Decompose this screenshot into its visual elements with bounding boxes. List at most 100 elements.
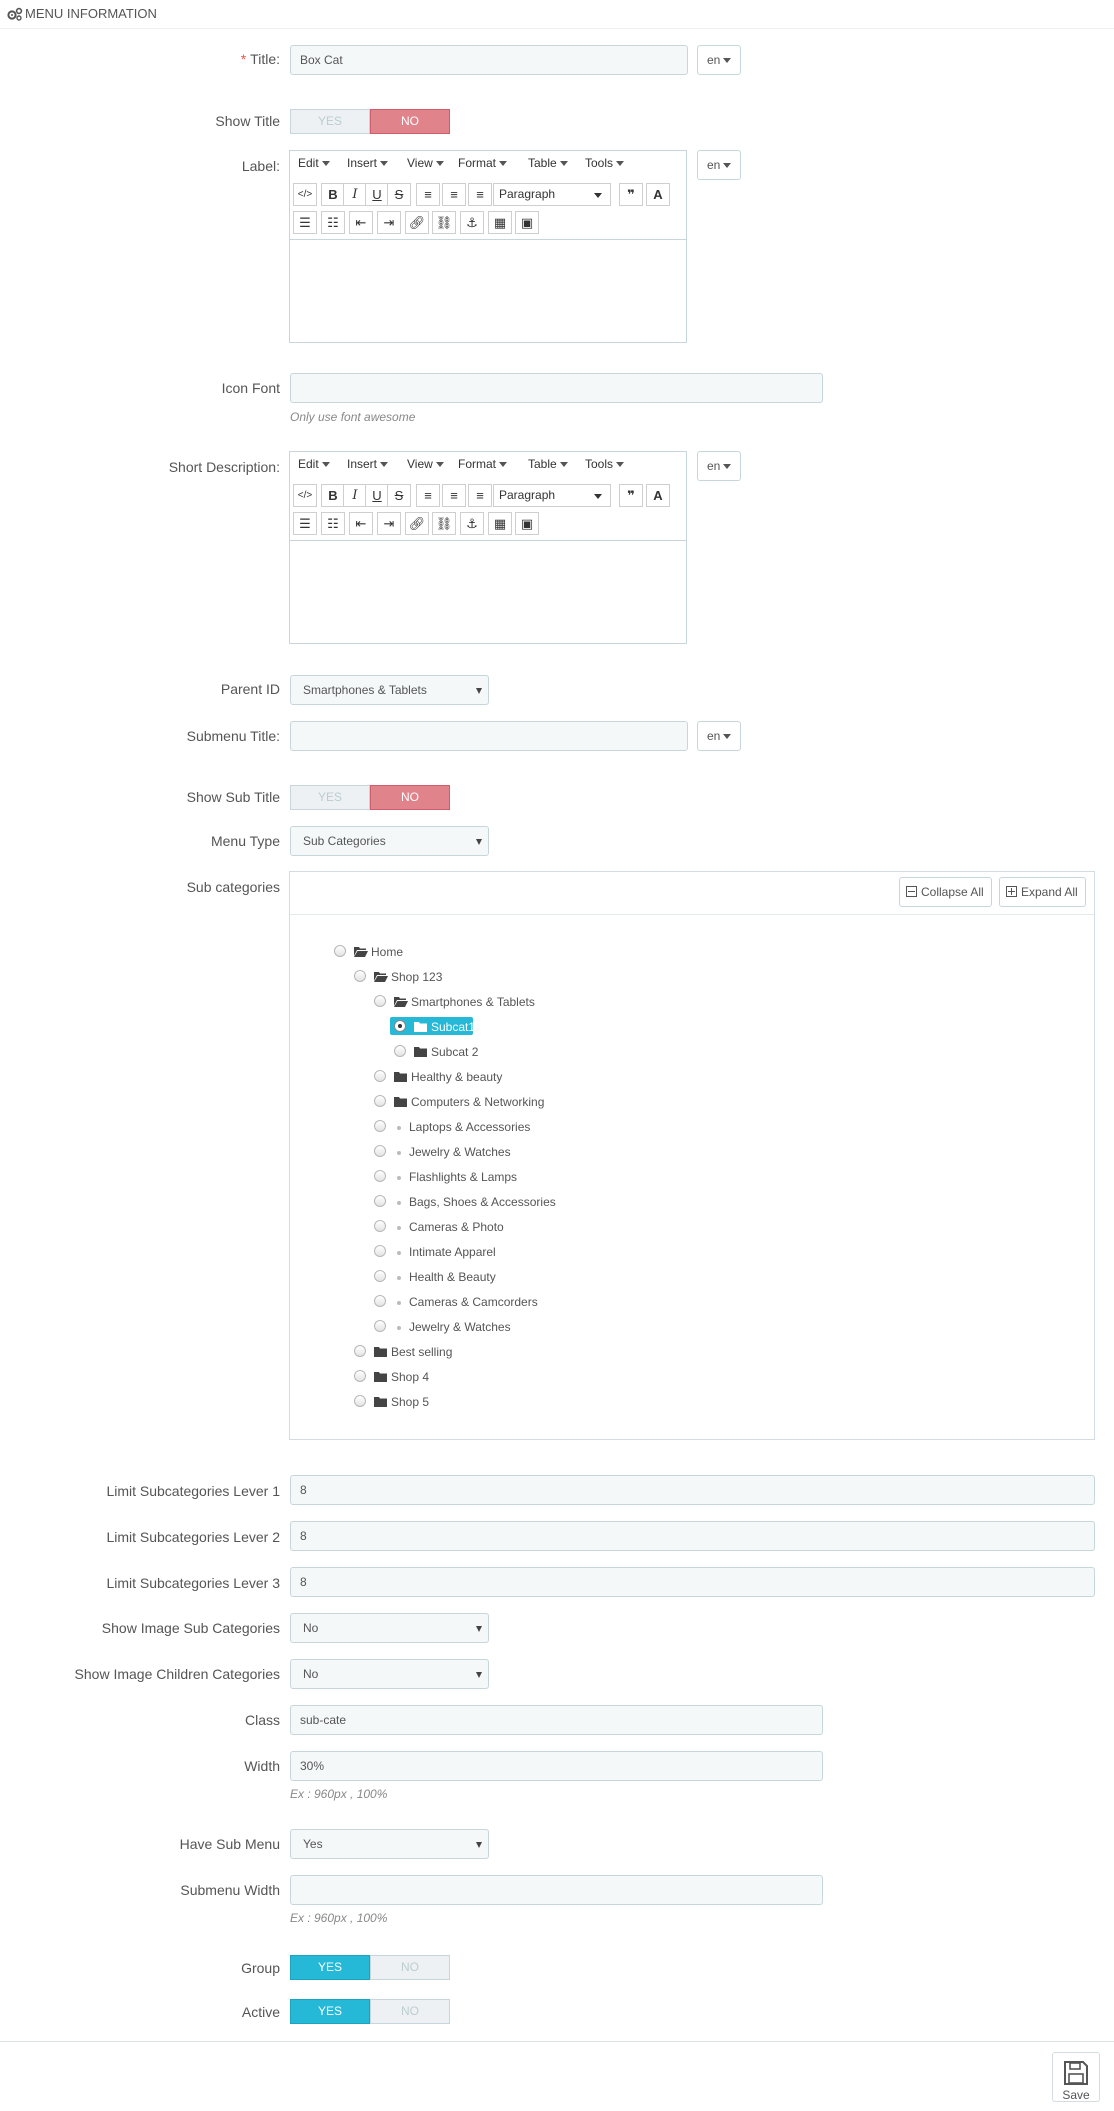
title-input[interactable]: Box Cat [290,45,688,75]
tree-node[interactable]: Cameras & Photo [374,1219,674,1237]
menu-insert[interactable]: Insert [347,457,389,471]
show-sub-title-yes[interactable]: YES [290,785,370,810]
tree-node-radio[interactable] [374,1220,386,1232]
limit-lever-3-input[interactable]: 8 [290,1567,1095,1597]
menu-insert[interactable]: Insert [347,156,389,170]
tree-node-radio[interactable] [394,1045,406,1057]
blockquote-icon[interactable]: ❞ [619,484,643,507]
unlink-icon[interactable]: ⛓ [432,211,456,234]
align-right-icon[interactable]: ≡ [468,484,492,507]
tree-node-radio[interactable] [354,970,366,982]
tree-node[interactable]: Jewelry & Watches [374,1144,674,1162]
tree-node-radio[interactable] [354,1395,366,1407]
strikethrough-icon[interactable]: S [387,183,411,206]
show-title-no[interactable]: NO [370,109,450,134]
menu-format[interactable]: Format [458,156,508,170]
active-yes[interactable]: YES [290,1999,370,2024]
outdent-icon[interactable]: ⇤ [349,512,373,535]
menu-edit[interactable]: Edit [298,457,330,471]
group-yes[interactable]: YES [290,1955,370,1980]
menu-table[interactable]: Table [528,457,568,471]
tree-node-radio[interactable] [374,1245,386,1257]
collapse-all-button[interactable]: Collapse All [899,877,992,907]
tree-node-radio[interactable] [394,1020,406,1032]
tree-node-radio[interactable] [374,1195,386,1207]
parent-id-select[interactable]: Smartphones & Tablets [290,675,489,705]
link-icon[interactable]: 🔗︎ [405,512,429,535]
media-icon[interactable]: ▦ [488,211,512,234]
tree-node-radio[interactable] [374,1170,386,1182]
tree-node[interactable]: Jewelry & Watches [374,1319,674,1337]
tree-node[interactable]: Best selling [354,1344,654,1362]
menu-type-select[interactable]: Sub Categories [290,826,489,856]
submenu-title-lang-dropdown[interactable]: en [697,721,741,751]
submenu-width-input[interactable] [290,1875,823,1905]
show-image-sub-select[interactable]: No [290,1613,489,1643]
menu-view[interactable]: View [407,156,444,170]
tree-node[interactable]: Subcat1 [390,1017,694,1037]
submenu-title-input[interactable] [290,721,688,751]
link-icon[interactable]: 🔗︎ [405,211,429,234]
short-description-edit-area[interactable] [290,540,686,643]
width-input[interactable]: 30% [290,1751,823,1781]
indent-icon[interactable]: ⇥ [377,512,401,535]
title-lang-dropdown[interactable]: en [697,45,741,75]
menu-tools[interactable]: Tools [585,156,625,170]
image-icon[interactable]: ▣ [515,512,539,535]
save-button[interactable]: Save [1052,2052,1100,2102]
media-icon[interactable]: ▦ [488,512,512,535]
outdent-icon[interactable]: ⇤ [349,211,373,234]
tree-node-radio[interactable] [374,1070,386,1082]
show-image-children-select[interactable]: No [290,1659,489,1689]
tree-node[interactable]: Intimate Apparel [374,1244,674,1262]
tree-node[interactable]: Bags, Shoes & Accessories [374,1194,674,1212]
tree-node-radio[interactable] [374,1120,386,1132]
underline-icon[interactable]: U [365,183,389,206]
underline-icon[interactable]: U [365,484,389,507]
bullet-list-icon[interactable]: ☰ [293,512,317,535]
group-no[interactable]: NO [370,1955,450,1980]
paragraph-dropdown[interactable]: Paragraph [493,484,611,507]
tree-node[interactable]: Smartphones & Tablets [374,994,674,1012]
menu-table[interactable]: Table [528,156,568,170]
tree-node[interactable]: Shop 123 [354,969,654,987]
tree-node-radio[interactable] [374,995,386,1007]
menu-format[interactable]: Format [458,457,508,471]
have-sub-menu-select[interactable]: Yes [290,1829,489,1859]
tree-node-radio[interactable] [334,945,346,957]
italic-icon[interactable]: I [343,183,367,206]
bold-icon[interactable]: B [321,484,345,507]
align-center-icon[interactable]: ≡ [442,484,466,507]
limit-lever-2-input[interactable]: 8 [290,1521,1095,1551]
active-no[interactable]: NO [370,1999,450,2024]
anchor-icon[interactable]: ⚓︎ [460,211,484,234]
image-icon[interactable]: ▣ [515,211,539,234]
align-right-icon[interactable]: ≡ [468,183,492,206]
expand-all-button[interactable]: Expand All [999,877,1086,907]
paragraph-dropdown[interactable]: Paragraph [493,183,611,206]
icon-font-input[interactable] [290,373,823,403]
unlink-icon[interactable]: ⛓ [432,512,456,535]
align-left-icon[interactable]: ≡ [416,183,440,206]
anchor-icon[interactable]: ⚓︎ [460,512,484,535]
tree-node[interactable]: Flashlights & Lamps [374,1169,674,1187]
active-toggle[interactable]: YES NO [290,1999,450,2024]
tree-node[interactable]: Home [334,944,634,962]
align-left-icon[interactable]: ≡ [416,484,440,507]
tree-node-radio[interactable] [374,1295,386,1307]
tree-node[interactable]: Cameras & Camcorders [374,1294,674,1312]
bold-icon[interactable]: B [321,183,345,206]
label-editor[interactable]: Edit Insert View Format Table Tools </> … [289,150,687,343]
label-lang-dropdown[interactable]: en [697,150,741,180]
show-sub-title-toggle[interactable]: YES NO [290,785,450,810]
short-description-lang-dropdown[interactable]: en [697,451,741,481]
label-edit-area[interactable] [290,239,686,342]
show-sub-title-no[interactable]: NO [370,785,450,810]
tree-node[interactable]: Shop 5 [354,1394,654,1412]
indent-icon[interactable]: ⇥ [377,211,401,234]
italic-icon[interactable]: I [343,484,367,507]
bullet-list-icon[interactable]: ☰ [293,211,317,234]
tree-node[interactable]: Health & Beauty [374,1269,674,1287]
source-code-icon[interactable]: </> [293,183,317,206]
group-toggle[interactable]: YES NO [290,1955,450,1980]
